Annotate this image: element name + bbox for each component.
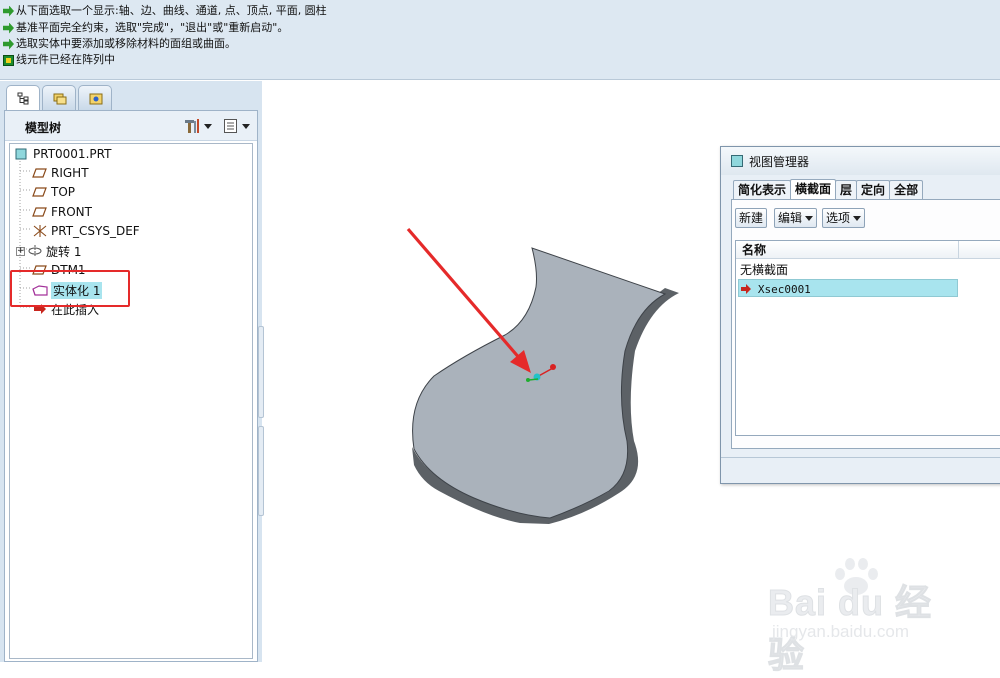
model-tree-panel: 模型树 PRT0001.PRT RIGHT TOP FRONT PRT_CSYS… (4, 110, 258, 662)
column-divider[interactable] (958, 241, 959, 259)
part-icon (14, 147, 30, 161)
message-line: 线元件已经在阵列中 (3, 53, 115, 67)
view-manager-title: 视图管理器 (749, 154, 810, 169)
tree-show-button[interactable] (223, 117, 250, 135)
message-text: 线元件已经在阵列中 (16, 53, 115, 66)
folder-icon (53, 93, 67, 105)
list-item-label: Xsec0001 (757, 283, 811, 296)
message-text: 基准平面完全约束，选取"完成"，"退出"或"重新启动"。 (16, 21, 289, 34)
navigator-panel: 模型树 PRT0001.PRT RIGHT TOP FRONT PRT_CSYS… (0, 81, 262, 662)
xsec-list[interactable]: 名称 无横截面 Xsec0001 (735, 240, 1000, 436)
tools-icon (185, 119, 199, 133)
watermark: Bai du 经验 jingyan.baidu.com (768, 556, 968, 676)
tree-item-csys[interactable]: PRT_CSYS_DEF (32, 222, 140, 240)
list-header-name[interactable]: 名称 (736, 241, 1000, 259)
splitter-grip[interactable] (258, 326, 264, 418)
list-icon (224, 119, 237, 133)
red-highlight-box (10, 270, 130, 307)
tree-item-part[interactable]: PRT0001.PRT (14, 145, 111, 163)
tree-item-label: 旋转 1 (46, 244, 82, 259)
tab-xsec[interactable]: 横截面 (790, 179, 837, 200)
active-arrow-icon (741, 284, 751, 294)
dialog-divider (721, 457, 1000, 458)
view-manager-icon (731, 155, 743, 167)
green-arrow-icon (3, 5, 14, 17)
tab-layers[interactable]: 层 (835, 180, 858, 199)
tree-item-label: TOP (51, 185, 76, 199)
tree-item-label: PRT_CSYS_DEF (51, 224, 140, 238)
datum-point-icon (550, 364, 556, 370)
model-tree-title: 模型树 (25, 121, 62, 135)
expand-icon[interactable]: + (16, 246, 25, 256)
warning-icon (3, 54, 14, 66)
tab-favorites[interactable] (78, 85, 112, 111)
model-tree: PRT0001.PRT RIGHT TOP FRONT PRT_CSYS_DEF… (9, 143, 253, 659)
datum-plane-icon (32, 205, 48, 219)
tab-model-tree[interactable] (6, 85, 40, 112)
model-tree-header: 模型树 (5, 111, 257, 141)
tree-item-label: FRONT (51, 205, 92, 219)
datum-plane-icon (32, 166, 48, 180)
watermark-url: jingyan.baidu.com (772, 622, 910, 641)
green-arrow-icon (3, 38, 14, 50)
view-manager-titlebar[interactable]: 视图管理器 (721, 147, 1000, 175)
list-item[interactable]: 无横截面 (738, 261, 788, 279)
tree-item-label: RIGHT (51, 166, 89, 180)
favorites-icon (89, 93, 103, 105)
navigator-tabs (6, 85, 112, 112)
chevron-down-icon (805, 215, 814, 221)
edit-button-label: 编辑 (778, 211, 803, 225)
message-line: 从下面选取一个显示:轴、边、曲线、通道, 点、顶点, 平面, 圆柱 (3, 4, 327, 18)
message-line: 基准平面完全约束，选取"完成"，"退出"或"重新启动"。 (3, 21, 288, 35)
view-manager-tabs: 简化表示 横截面 层 定向 全部 (733, 179, 924, 200)
tree-item-revolve[interactable]: + 旋转 1 (16, 242, 81, 260)
tree-item-front[interactable]: FRONT (32, 203, 92, 221)
message-area: 从下面选取一个显示:轴、边、曲线、通道, 点、顶点, 平面, 圆柱 基准平面完全… (0, 0, 1000, 80)
datum-plane-icon (32, 185, 48, 199)
model-tree-icon (17, 92, 29, 105)
chevron-down-icon (853, 215, 862, 221)
message-line: 选取实体中要添加或移除材料的面组或曲面。 (3, 37, 236, 51)
list-item[interactable]: Xsec0001 (738, 279, 958, 297)
message-text: 选取实体中要添加或移除材料的面组或曲面。 (16, 37, 236, 50)
options-button-label: 选项 (826, 211, 851, 225)
tree-item-label: PRT0001.PRT (33, 147, 112, 161)
new-button-label: 新建 (739, 211, 764, 225)
tab-simplified-rep[interactable]: 简化表示 (733, 180, 792, 199)
chevron-down-icon (204, 123, 212, 129)
tab-folder-browser[interactable] (42, 85, 76, 111)
tab-all[interactable]: 全部 (889, 180, 924, 199)
revolve-icon (27, 244, 43, 258)
view-manager-body: 新建 编辑 选项 名称 无横截面 Xsec0001 (731, 199, 1000, 449)
chevron-down-icon (242, 123, 250, 129)
splitter-grip[interactable] (258, 426, 264, 516)
edit-button[interactable]: 编辑 (774, 208, 818, 228)
tree-settings-button[interactable] (183, 117, 212, 135)
list-item-label: 无横截面 (740, 263, 789, 277)
tree-item-top[interactable]: TOP (32, 183, 75, 201)
options-button[interactable]: 选项 (822, 208, 866, 228)
tree-item-right[interactable]: RIGHT (32, 164, 89, 182)
new-button[interactable]: 新建 (735, 208, 768, 228)
green-arrow-icon (3, 22, 14, 34)
view-manager-dialog[interactable]: 视图管理器 简化表示 横截面 层 定向 全部 新建 编辑 选项 名称 无横截面 … (720, 146, 1000, 484)
message-text: 从下面选取一个显示:轴、边、曲线、通道, 点、顶点, 平面, 圆柱 (16, 4, 327, 17)
csys-icon (32, 224, 48, 238)
tab-orient[interactable]: 定向 (856, 180, 891, 199)
panel-splitter[interactable] (258, 326, 266, 516)
